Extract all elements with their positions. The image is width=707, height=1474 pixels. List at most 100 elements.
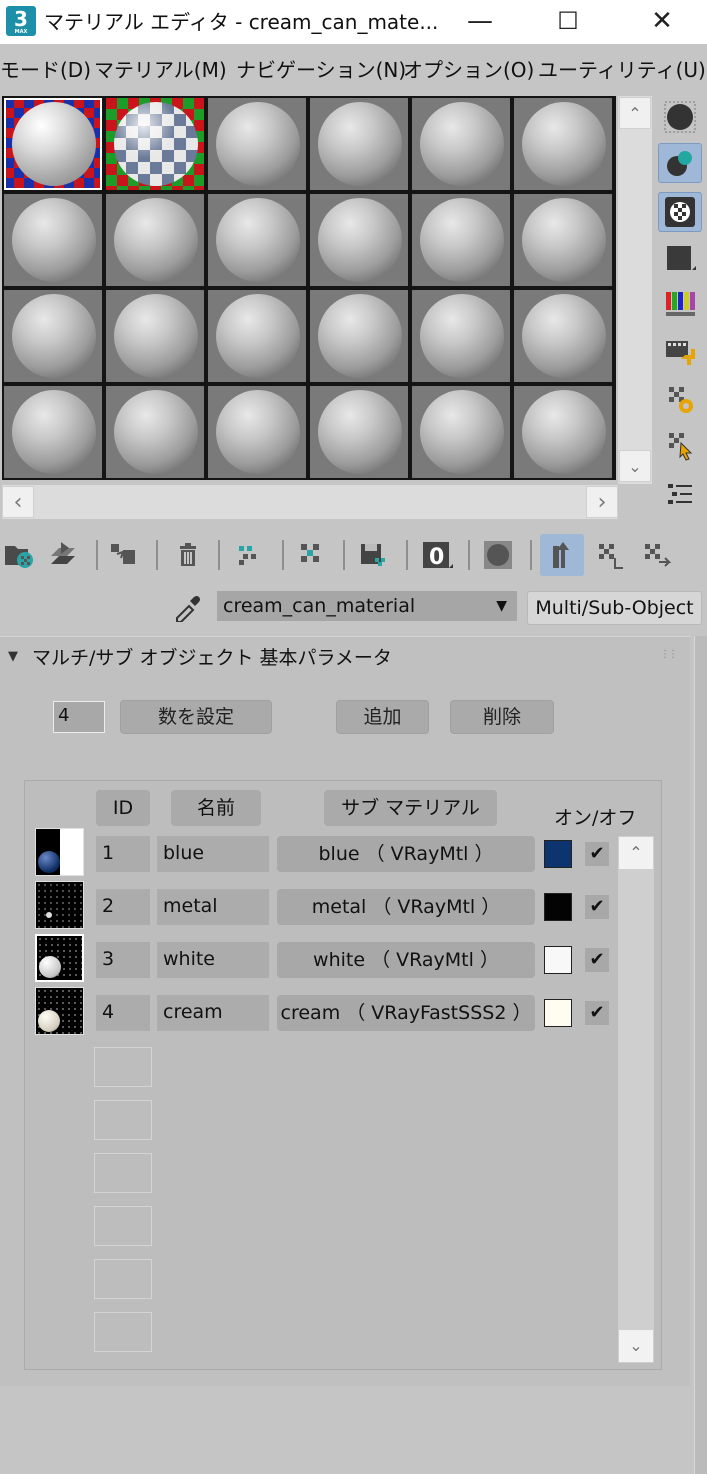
sample-slot[interactable] (208, 194, 306, 286)
sample-slot[interactable] (412, 290, 510, 382)
minimize-button[interactable]: — (454, 0, 506, 44)
sub-material-button[interactable]: blue （ VRayMtl ） (277, 836, 535, 872)
sub-material-on-checkbox[interactable]: ✔ (585, 948, 609, 972)
panel-scrollbar[interactable] (694, 636, 707, 1474)
sort-by-id-button[interactable]: ID (96, 790, 150, 826)
menu-material[interactable]: マテリアル(M) (94, 56, 227, 84)
sample-slot[interactable] (208, 290, 306, 382)
menu-mode[interactable]: モード(D) (0, 56, 91, 84)
background-button[interactable] (658, 192, 702, 232)
scroll-up-icon[interactable]: ⌃ (619, 837, 653, 869)
put-to-scene-button[interactable] (44, 534, 84, 576)
sample-slot[interactable] (208, 98, 306, 190)
go-to-parent-button[interactable] (590, 534, 630, 576)
sample-slot[interactable] (412, 386, 510, 478)
save-material-button[interactable] (352, 534, 392, 576)
sample-slot[interactable] (310, 98, 408, 190)
show-shaded-material-button[interactable] (478, 534, 518, 576)
sample-slot[interactable] (4, 290, 102, 382)
video-color-check-button[interactable] (658, 284, 702, 324)
sub-material-button[interactable]: white （ VRayMtl ） (277, 942, 535, 978)
scroll-up-icon[interactable]: ⌃ (619, 97, 651, 129)
sub-material-id[interactable]: 4 (96, 995, 150, 1031)
make-preview-button[interactable] (658, 332, 702, 372)
get-material-icon (5, 546, 33, 568)
sample-slot[interactable] (106, 386, 204, 478)
sample-slot[interactable] (412, 194, 510, 286)
sample-slot[interactable] (310, 194, 408, 286)
sample-slot[interactable] (4, 98, 102, 190)
maximize-button[interactable]: ☐ (542, 0, 594, 44)
scroll-down-icon[interactable]: ⌄ (619, 450, 651, 482)
sub-material-id[interactable]: 1 (96, 836, 150, 872)
pick-material-button[interactable] (170, 590, 206, 624)
get-material-button[interactable] (0, 534, 40, 576)
menu-utilities[interactable]: ユーティリティ(U) (538, 56, 706, 84)
material-id-zero-icon: 0 (423, 542, 453, 570)
material-map-navigator-button[interactable] (658, 474, 702, 514)
show-end-result-button[interactable] (540, 534, 584, 576)
sub-material-color-swatch[interactable] (544, 946, 572, 974)
title-bar: 3 MAX マテリアル エディタ - cream_can_mate... — ☐ … (0, 0, 707, 44)
assign-to-selection-button[interactable] (104, 534, 144, 576)
collapse-triangle-icon[interactable]: ▼ (8, 649, 18, 664)
sub-material-on-checkbox[interactable]: ✔ (585, 895, 609, 919)
menu-options[interactable]: オプション(O) (403, 56, 534, 84)
sample-slot[interactable] (412, 98, 510, 190)
sub-material-color-swatch[interactable] (544, 840, 572, 868)
reset-map-button[interactable] (168, 534, 208, 576)
material-name-dropdown[interactable]: cream_can_material ▼ (217, 591, 517, 621)
select-by-material-button[interactable] (658, 426, 702, 466)
sub-material-list-scrollbar[interactable]: ⌃ ⌄ (618, 836, 654, 1363)
sample-slot[interactable] (4, 194, 102, 286)
sub-material-color-swatch[interactable] (544, 893, 572, 921)
add-button[interactable]: 追加 (336, 700, 429, 734)
sample-slot[interactable] (310, 386, 408, 478)
sample-slot[interactable] (514, 386, 612, 478)
rollout-title[interactable]: マルチ/サブ オブジェクト 基本パラメータ (32, 645, 392, 671)
sub-material-name-field[interactable]: blue (157, 836, 269, 872)
sub-material-button[interactable]: metal （ VRayMtl ） (277, 889, 535, 925)
sample-uv-tiling-button[interactable] (658, 238, 702, 278)
make-unique-button[interactable] (228, 534, 268, 576)
put-to-library-button[interactable] (292, 534, 332, 576)
backlight-icon (667, 151, 692, 176)
empty-id-slot (94, 1100, 152, 1140)
sub-material-name-field[interactable]: cream (157, 995, 269, 1031)
material-type-button[interactable]: Multi/Sub-Object (527, 591, 702, 625)
sample-slot[interactable] (514, 194, 612, 286)
set-number-button[interactable]: 数を設定 (120, 700, 272, 734)
sample-slot[interactable] (106, 290, 204, 382)
material-id-channel-button[interactable]: 0 (416, 534, 456, 576)
sub-material-id[interactable]: 2 (96, 889, 150, 925)
sample-slot[interactable] (106, 194, 204, 286)
sample-slot[interactable] (514, 98, 612, 190)
options-button[interactable] (658, 380, 702, 420)
sub-material-name-field[interactable]: metal (157, 889, 269, 925)
scroll-down-icon[interactable]: ⌄ (619, 1330, 653, 1362)
delete-button[interactable]: 削除 (450, 700, 554, 734)
sub-material-on-checkbox[interactable]: ✔ (585, 842, 609, 866)
go-forward-to-sibling-button[interactable] (636, 534, 676, 576)
sort-by-name-button[interactable]: 名前 (171, 790, 261, 826)
scroll-left-icon[interactable]: ‹ (2, 486, 34, 518)
menu-navigation[interactable]: ナビゲーション(N) (236, 56, 406, 84)
material-count-field[interactable]: 4 (53, 701, 105, 733)
sample-slot[interactable] (4, 386, 102, 478)
backlight-button[interactable] (658, 143, 702, 183)
sub-material-button[interactable]: cream （ VRayFastSSS2 ） (277, 995, 535, 1031)
sort-by-sub-material-button[interactable]: サブ マテリアル (324, 790, 497, 826)
sample-slot[interactable] (514, 290, 612, 382)
sub-material-id[interactable]: 3 (96, 942, 150, 978)
close-button[interactable]: ✕ (636, 0, 688, 44)
scroll-right-icon[interactable]: › (586, 486, 618, 518)
slots-horizontal-scrollbar[interactable]: ‹ › (2, 485, 618, 519)
sub-material-on-checkbox[interactable]: ✔ (585, 1001, 609, 1025)
sample-slot[interactable] (208, 386, 306, 478)
slots-vertical-scrollbar[interactable]: ⌃ ⌄ (618, 96, 652, 484)
sample-slot[interactable] (106, 98, 204, 190)
sub-material-color-swatch[interactable] (544, 999, 572, 1027)
sample-slot[interactable] (310, 290, 408, 382)
sample-type-button[interactable] (658, 97, 702, 137)
sub-material-name-field[interactable]: white (157, 942, 269, 978)
